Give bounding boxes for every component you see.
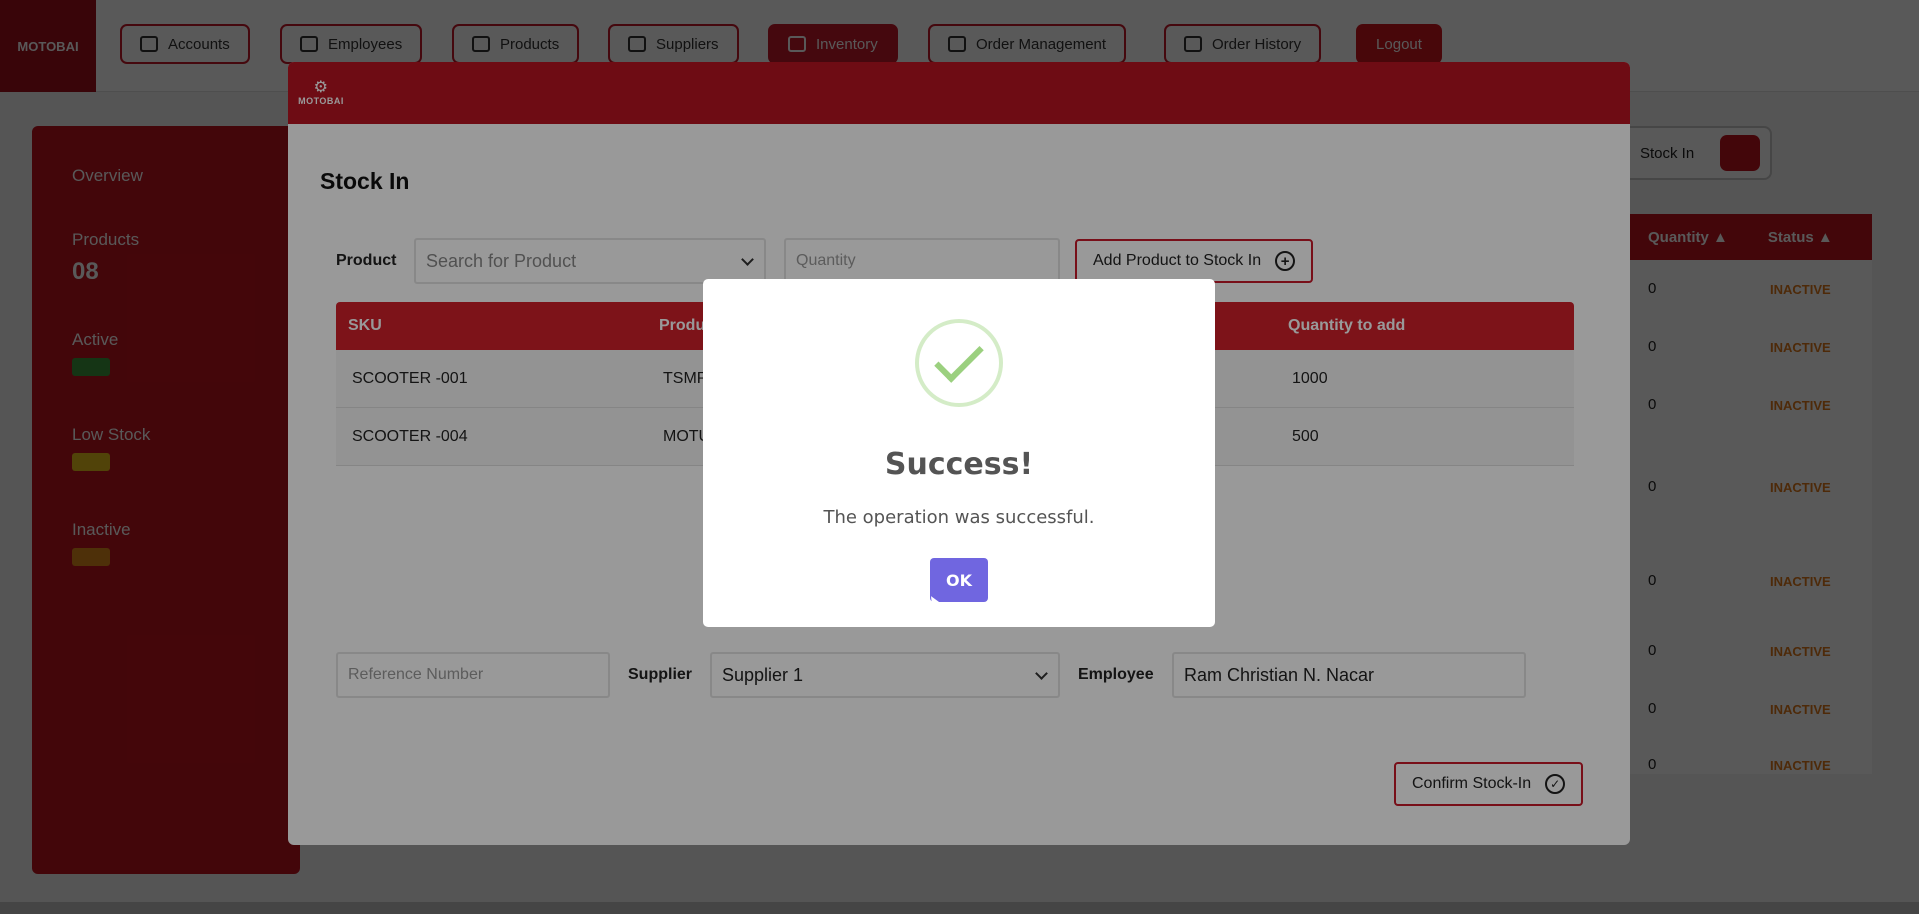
dialog-message: The operation was successful.: [823, 507, 1095, 528]
success-dialog: Success! The operation was successful. O…: [703, 279, 1215, 627]
dialog-title: Success!: [884, 447, 1034, 482]
success-check-icon: [915, 319, 1003, 407]
